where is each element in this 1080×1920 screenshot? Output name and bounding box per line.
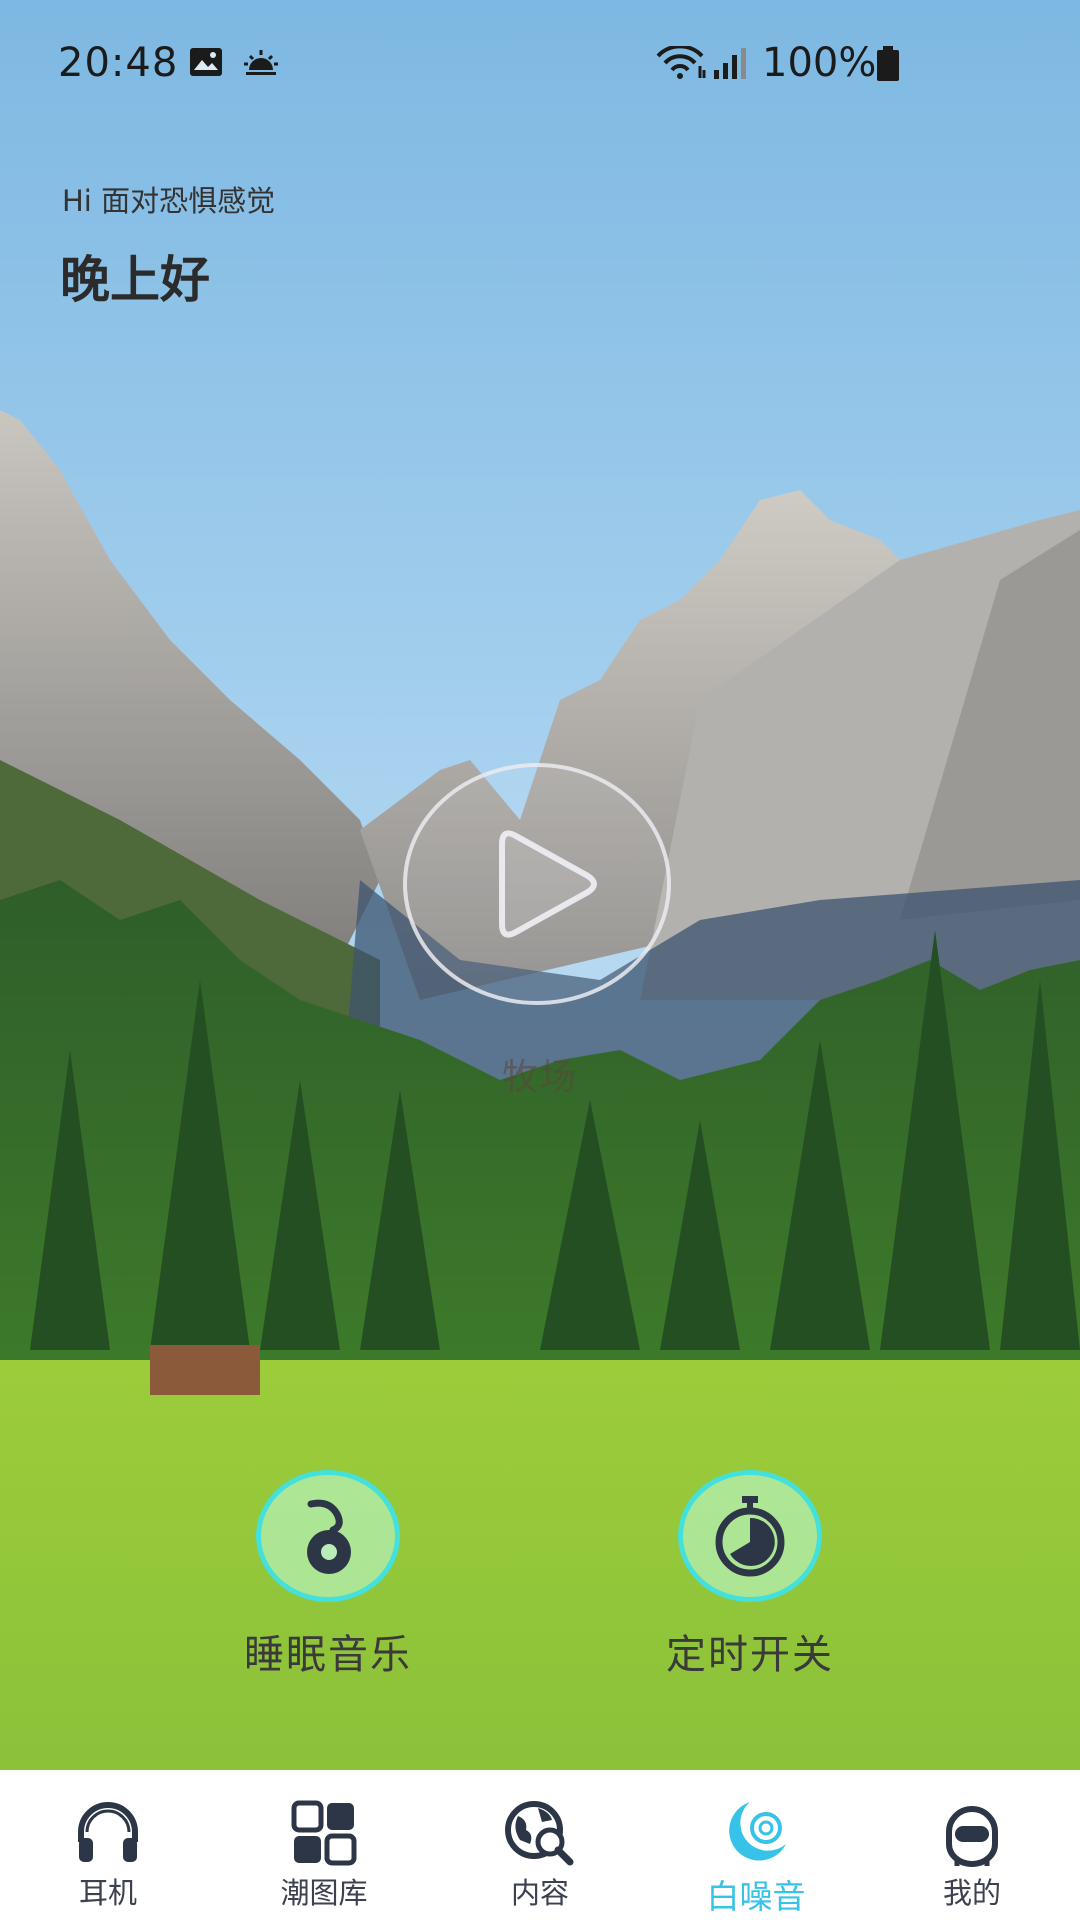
play-button[interactable] — [402, 762, 672, 1006]
gallery-grid-icon — [291, 1800, 357, 1866]
greeting-title: 晚上好 — [60, 251, 210, 309]
timer-switch-circle[interactable] — [678, 1470, 822, 1602]
nav-item-headphones[interactable]: 耳机 — [0, 1770, 216, 1920]
status-bar: 20:48 100% — [0, 0, 1080, 130]
weather-sun-icon — [244, 50, 278, 75]
sleep-music-label: 睡眠音乐 — [244, 1632, 412, 1678]
nav-item-gallery[interactable]: 潮图库 — [216, 1770, 432, 1920]
bottom-nav: 耳机 潮图库 内容 白噪音 我的 — [0, 1770, 1080, 1920]
track-caption: 牧场 — [501, 1057, 578, 1098]
robot-avatar-icon — [946, 1806, 998, 1867]
globe-search-icon — [505, 1801, 574, 1866]
timer-switch-button[interactable]: 定时开关 — [640, 1470, 860, 1680]
timer-icon — [715, 1496, 785, 1577]
sleep-music-circle[interactable] — [256, 1470, 400, 1602]
play-icon — [403, 763, 671, 1005]
signal-icon — [714, 48, 746, 79]
battery-icon — [877, 46, 899, 81]
battery-percent: 100% — [762, 40, 877, 86]
greeting-subtitle: Hi 面对恐惧感觉 — [62, 184, 276, 218]
timer-switch-label: 定时开关 — [666, 1632, 834, 1678]
nav-label-headphones: 耳机 — [78, 1876, 137, 1910]
headphones-icon — [78, 1802, 138, 1862]
wifi-icon — [656, 46, 706, 79]
music-note-icon — [307, 1499, 351, 1574]
nav-label-gallery: 潮图库 — [280, 1876, 368, 1910]
sleep-music-button[interactable]: 睡眠音乐 — [218, 1470, 438, 1680]
nav-item-content[interactable]: 内容 — [432, 1770, 648, 1920]
nav-item-profile[interactable]: 我的 — [864, 1770, 1080, 1920]
white-noise-icon — [729, 1802, 786, 1861]
nav-label-content: 内容 — [510, 1876, 569, 1910]
status-time: 20:48 — [58, 40, 179, 86]
nav-item-white-noise[interactable]: 白噪音 — [648, 1770, 864, 1920]
nav-label-profile: 我的 — [942, 1876, 1001, 1910]
nav-label-white-noise: 白噪音 — [706, 1877, 806, 1916]
image-icon — [190, 48, 222, 76]
